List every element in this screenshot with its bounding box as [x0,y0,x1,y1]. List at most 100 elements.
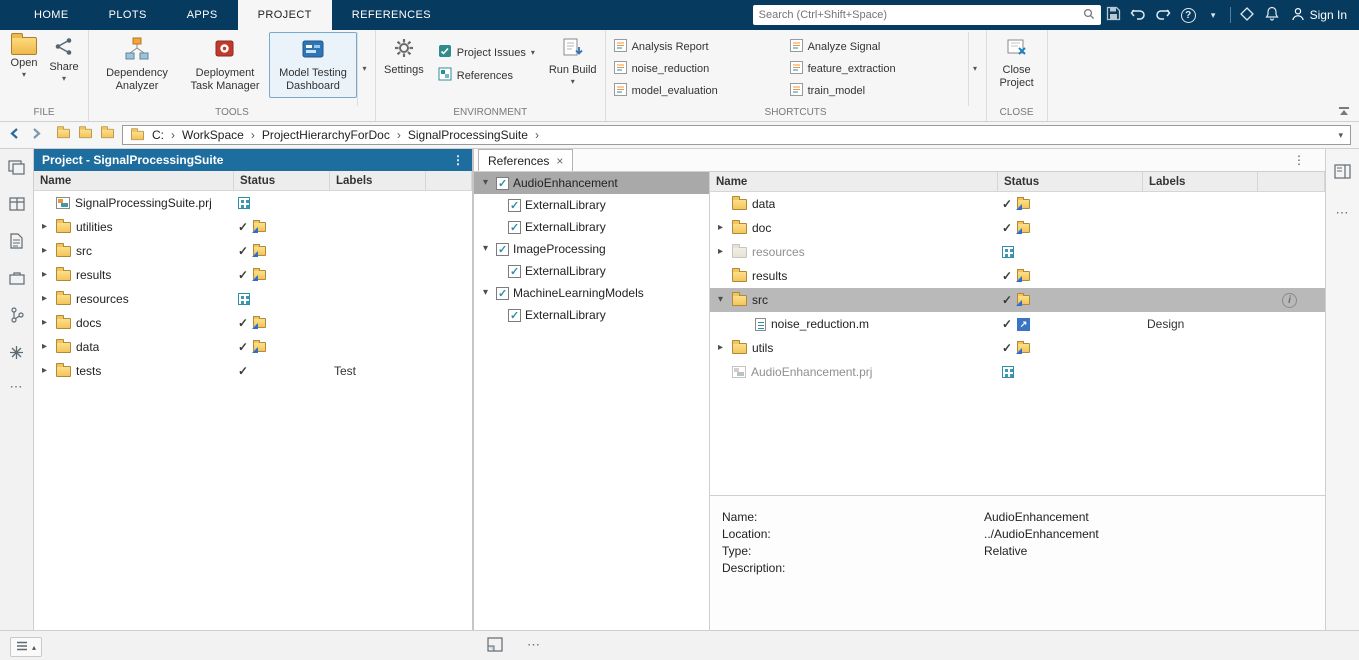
tab-home[interactable]: HOME [14,0,89,30]
expand-arrow-icon[interactable] [42,246,47,256]
expand-arrow-icon[interactable] [42,294,47,304]
apps-panel-icon[interactable] [7,342,27,362]
table-row[interactable]: src [34,239,472,263]
panel-menu-icon[interactable]: ⋮ [1293,153,1305,167]
tab-close-icon[interactable] [556,155,563,167]
open-button[interactable]: Open ▾ [4,32,44,79]
shortcut-noise-reduction[interactable]: noise_reduction [614,61,790,77]
references-button[interactable]: References [438,67,535,84]
tree-item-externallibrary[interactable]: ExternalLibrary [474,216,709,238]
redo-button[interactable] [1151,0,1176,30]
table-row[interactable]: docs [34,311,472,335]
tab-plots[interactable]: PLOTS [89,0,167,30]
info-icon[interactable] [1282,293,1297,308]
expand-arrow-icon[interactable] [42,366,47,376]
breadcrumb-segment[interactable]: C: [152,128,164,142]
source-control-panel-icon[interactable] [7,305,27,325]
breadcrumb[interactable]: C: WorkSpace ProjectHierarchyForDoc Sign… [122,125,1351,145]
breadcrumb-segment[interactable]: ProjectHierarchyForDoc [262,128,390,142]
table-row[interactable]: resources [34,287,472,311]
global-search[interactable] [753,5,1101,25]
expand-arrow-icon[interactable] [718,223,723,233]
expand-arrow-icon[interactable] [483,178,488,188]
preview-pane-button[interactable] [487,637,503,655]
search-input[interactable] [759,9,1079,21]
tab-references[interactable]: REFERENCES [332,0,451,30]
tree-item-machinelearningmodels[interactable]: MachineLearningModels [474,282,709,304]
tools-gallery-expand[interactable]: ▾ [357,32,371,106]
up-one-level-button[interactable] [56,128,71,142]
deployment-task-manager-button[interactable]: Deployment Task Manager [181,32,269,98]
forward-button[interactable] [29,127,43,143]
share-button[interactable]: Share ▾ [44,32,84,83]
notifications-button[interactable] [1260,0,1285,30]
expand-arrow-icon[interactable] [718,295,723,305]
expand-arrow-icon[interactable] [718,343,723,353]
tree-item-externallibrary[interactable]: ExternalLibrary [474,260,709,282]
panel-menu-icon[interactable]: ⋮ [452,153,464,167]
expand-arrow-icon[interactable] [42,342,47,352]
shortcut-feature-extraction[interactable]: feature_extraction [790,61,966,77]
tab-project[interactable]: PROJECT [238,0,332,30]
breadcrumb-segment[interactable]: SignalProcessingSuite [408,128,528,142]
table-row[interactable]: results [34,263,472,287]
column-name[interactable]: Name [710,172,998,191]
table-row[interactable]: results [710,264,1325,288]
project-issues-button[interactable]: Project Issues ▾ [438,44,535,61]
column-status[interactable]: Status [998,172,1143,191]
settings-button[interactable]: Settings [380,32,428,76]
tab-references-document[interactable]: References [478,149,573,171]
table-row[interactable]: resources [710,240,1325,264]
community-button[interactable] [1235,0,1260,30]
help-button[interactable]: ? [1176,0,1201,30]
tree-item-imageprocessing[interactable]: ImageProcessing [474,238,709,260]
table-row[interactable]: utilities [34,215,472,239]
table-row[interactable]: AudioEnhancement.prj [710,360,1325,384]
expand-arrow-icon[interactable] [42,318,47,328]
panel-expand-button[interactable]: ▴ [10,637,42,657]
dependency-analyzer-button[interactable]: Dependency Analyzer [93,32,181,98]
more-panels-icon[interactable]: ⋯ [10,379,24,395]
column-name[interactable]: Name [34,171,234,190]
column-status[interactable]: Status [234,171,330,190]
table-row[interactable]: doc [710,216,1325,240]
column-labels[interactable]: Labels [330,171,426,190]
browse-folder-button[interactable] [100,128,115,142]
new-folder-button[interactable] [78,128,93,142]
tab-apps[interactable]: APPS [167,0,238,30]
tree-item-externallibrary[interactable]: ExternalLibrary [474,194,709,216]
toolstrip-more-button[interactable]: ▾ [1201,0,1226,30]
shortcut-train-model[interactable]: train_model [790,83,966,99]
tree-item-audioenhancement[interactable]: AudioEnhancement [474,172,709,194]
more-panels-icon[interactable]: ⋯ [1336,205,1350,221]
save-button[interactable] [1101,0,1126,30]
file-panel-icon[interactable] [7,231,27,251]
grid-view-icon[interactable] [7,194,27,214]
toolbox-panel-icon[interactable] [7,268,27,288]
expand-arrow-icon[interactable] [483,288,488,298]
table-row[interactable]: data [710,192,1325,216]
panel-layout-icon[interactable] [7,157,27,177]
column-labels[interactable]: Labels [1143,172,1258,191]
table-row-selected[interactable]: src [710,288,1325,312]
sign-in-button[interactable]: Sign In [1285,7,1359,24]
expand-arrow-icon[interactable] [718,247,723,257]
breadcrumb-dropdown-icon[interactable]: ▾ [1338,130,1343,141]
close-project-button[interactable]: Close Project [991,32,1043,90]
expand-arrow-icon[interactable] [42,270,47,280]
shortcut-analysis-report[interactable]: Analysis Report [614,39,790,55]
expand-arrow-icon[interactable] [483,244,488,254]
undo-button[interactable] [1126,0,1151,30]
shortcut-analyze-signal[interactable]: Analyze Signal [790,39,966,55]
back-button[interactable] [8,127,22,143]
table-row[interactable]: utils [710,336,1325,360]
more-options-icon[interactable]: ⋯ [527,637,541,653]
table-row[interactable]: data [34,335,472,359]
table-row[interactable]: SignalProcessingSuite.prj [34,191,472,215]
tree-item-externallibrary[interactable]: ExternalLibrary [474,304,709,326]
details-panel-icon[interactable] [1333,161,1353,181]
shortcuts-gallery-expand[interactable]: ▾ [968,32,982,106]
expand-arrow-icon[interactable] [42,222,47,232]
table-row[interactable]: tests Test [34,359,472,383]
shortcut-model-evaluation[interactable]: model_evaluation [614,83,790,99]
